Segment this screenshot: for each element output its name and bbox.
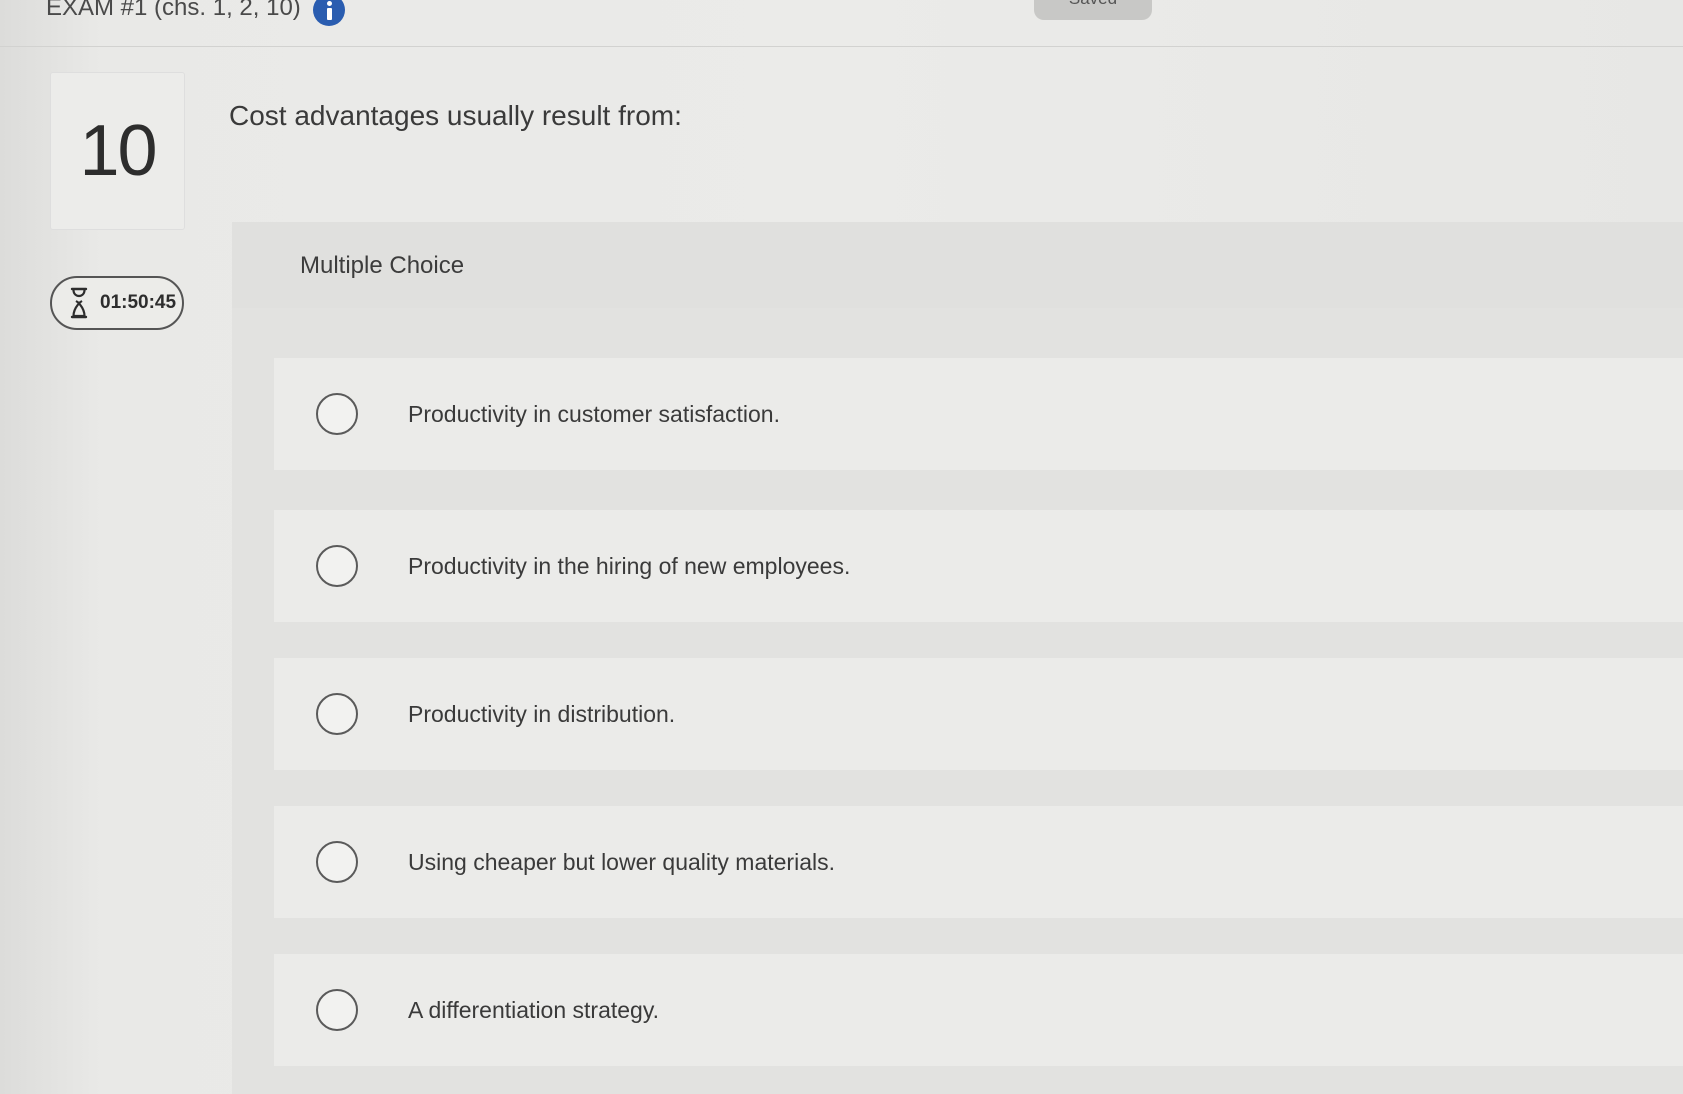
answer-option-label: Productivity in distribution. bbox=[408, 700, 676, 727]
saved-status-badge: Saved bbox=[1034, 0, 1152, 20]
answer-option-4[interactable]: Using cheaper but lower quality material… bbox=[274, 806, 1683, 918]
answer-option-1[interactable]: Productivity in customer satisfaction. bbox=[274, 358, 1683, 470]
answer-option-label: A differentiation strategy. bbox=[408, 996, 660, 1023]
exam-title: EXAM #1 (chs. 1, 2, 10) bbox=[46, 0, 345, 26]
exam-title-text: EXAM #1 (chs. 1, 2, 10) bbox=[46, 0, 301, 21]
radio-circle-icon[interactable] bbox=[316, 693, 358, 735]
radio-circle-icon[interactable] bbox=[316, 393, 358, 435]
top-bar: EXAM #1 (chs. 1, 2, 10) Saved bbox=[0, 0, 1683, 47]
info-icon[interactable] bbox=[312, 0, 345, 26]
answer-option-3[interactable]: Productivity in distribution. bbox=[274, 658, 1683, 770]
exam-page: EXAM #1 (chs. 1, 2, 10) Saved 10 Cost ad… bbox=[0, 0, 1683, 1094]
question-text: Cost advantages usually result from: bbox=[229, 100, 682, 131]
answer-option-2[interactable]: Productivity in the hiring of new employ… bbox=[274, 510, 1683, 622]
question-number: 10 bbox=[50, 72, 185, 230]
hourglass-icon bbox=[70, 287, 88, 319]
timer-text: 01:50:45 bbox=[100, 292, 177, 313]
answer-option-label: Productivity in the hiring of new employ… bbox=[408, 552, 851, 579]
radio-circle-icon[interactable] bbox=[316, 841, 358, 883]
radio-circle-icon[interactable] bbox=[316, 989, 358, 1031]
answer-option-5[interactable]: A differentiation strategy. bbox=[274, 954, 1683, 1066]
radio-circle-icon[interactable] bbox=[316, 545, 358, 587]
answer-option-label: Productivity in customer satisfaction. bbox=[408, 400, 780, 427]
multiple-choice-panel: Multiple Choice Productivity in customer… bbox=[232, 222, 1683, 1094]
question-type-header: Multiple Choice bbox=[232, 222, 1683, 308]
timer-badge[interactable]: 01:50:45 bbox=[50, 276, 184, 330]
question-type-label: Multiple Choice bbox=[300, 252, 465, 279]
answer-option-label: Using cheaper but lower quality material… bbox=[408, 848, 835, 875]
